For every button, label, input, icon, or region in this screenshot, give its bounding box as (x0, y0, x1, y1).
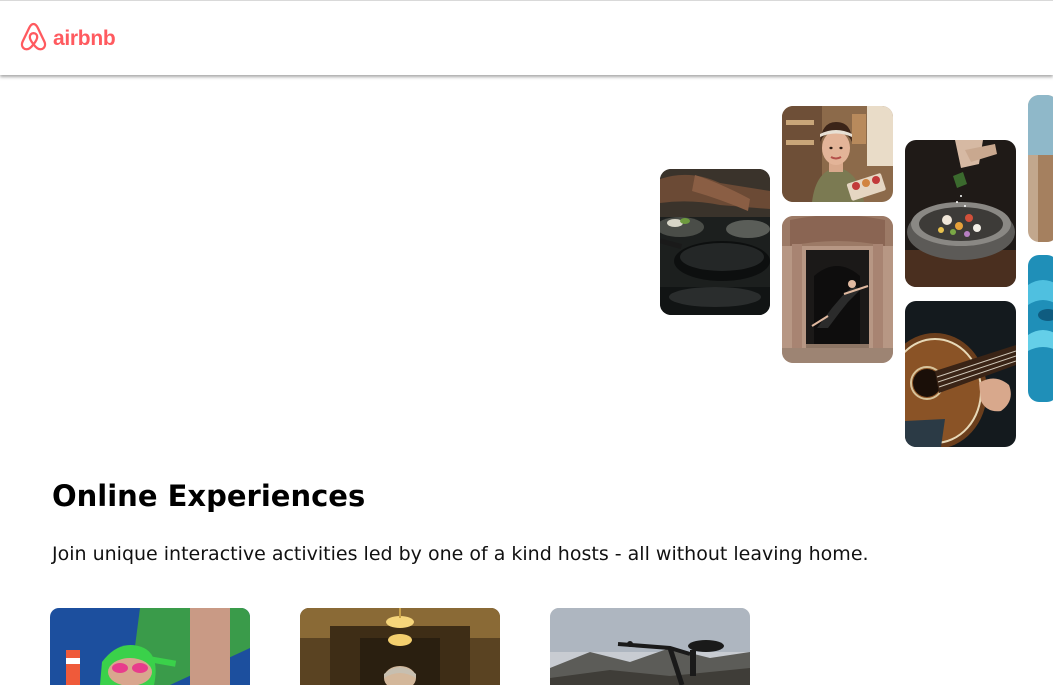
experience-card-swimmer[interactable] (50, 608, 250, 685)
hero-photo-baker[interactable] (782, 106, 893, 202)
hero-photo-dancer[interactable] (782, 216, 893, 363)
hero-photo-cooking[interactable] (660, 169, 770, 315)
hero-photo-partial-pool[interactable] (1028, 255, 1053, 402)
navbar: airbnb (0, 0, 1053, 75)
airbnb-belo-icon (19, 21, 48, 56)
experience-card-bike[interactable] (550, 608, 750, 685)
hero-photo-collage (0, 76, 1053, 456)
section-title: Online Experiences (52, 479, 366, 513)
experience-card-hallway[interactable] (300, 608, 500, 685)
hero-photo-partial-top[interactable] (1028, 95, 1053, 242)
hero-photo-guitar[interactable] (905, 301, 1016, 447)
hero-photo-bowl[interactable] (905, 140, 1016, 287)
airbnb-wordmark: airbnb (53, 26, 116, 50)
airbnb-logo[interactable]: airbnb (19, 21, 116, 56)
section-subtitle: Join unique interactive activities led b… (52, 543, 869, 565)
